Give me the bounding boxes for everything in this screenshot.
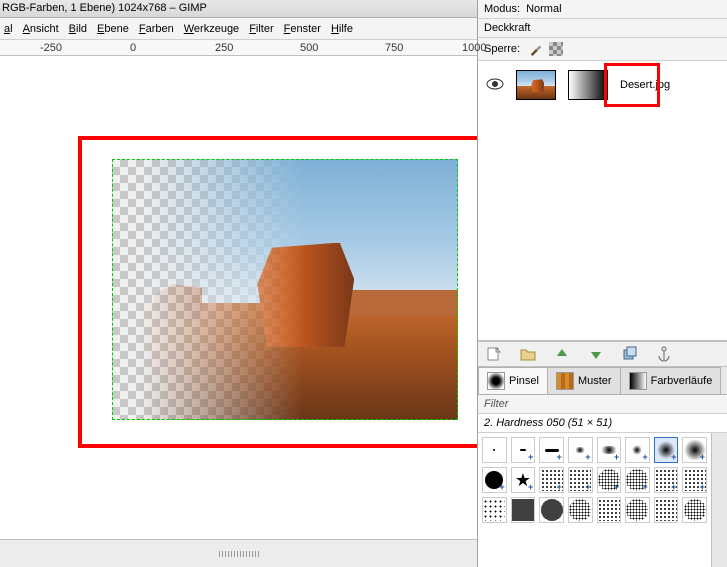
horizontal-ruler: -250 0 250 500 750 1000 xyxy=(0,40,477,56)
layer-name[interactable]: Desert.jpg xyxy=(620,79,719,91)
brush-cell[interactable] xyxy=(597,497,622,523)
brush-cell[interactable]: + xyxy=(682,437,707,463)
layer-thumbnail[interactable] xyxy=(516,70,556,100)
lock-alpha-icon[interactable] xyxy=(548,41,564,57)
ruler-tick: -250 xyxy=(40,42,62,54)
lock-row: Sperre: xyxy=(478,38,727,61)
brush-cell[interactable]: + xyxy=(597,437,622,463)
brush-cell[interactable] xyxy=(568,497,593,523)
layer-row[interactable]: Desert.jpg xyxy=(478,65,727,105)
brush-cell[interactable] xyxy=(682,497,707,523)
lock-pixels-icon[interactable] xyxy=(528,41,544,57)
menu-bar: al Ansicht Bild Ebene Farben Werkzeuge F… xyxy=(0,18,477,40)
brush-cell[interactable] xyxy=(482,497,507,523)
tab-muster[interactable]: Muster xyxy=(547,367,621,394)
tab-farbverlaeufe[interactable]: Farbverläufe xyxy=(620,367,722,394)
brush-cell[interactable]: + xyxy=(654,467,679,493)
menu-item-al[interactable]: al xyxy=(4,23,13,35)
brush-cell[interactable] xyxy=(482,437,507,463)
ruler-tick: 250 xyxy=(215,42,233,54)
tab-pinsel[interactable]: Pinsel xyxy=(478,367,548,394)
brush-cell[interactable] xyxy=(654,497,679,523)
brush-cell[interactable]: + xyxy=(682,467,707,493)
pinsel-icon xyxy=(487,372,505,390)
brush-cell[interactable]: + xyxy=(625,437,650,463)
brush-cell[interactable] xyxy=(511,497,536,523)
mode-label: Modus: xyxy=(484,3,520,15)
menu-item-ansicht[interactable]: Ansicht xyxy=(23,23,59,35)
status-bar xyxy=(0,539,477,567)
brush-scrollbar[interactable] xyxy=(711,433,727,567)
brush-dock-tabs: Pinsel Muster Farbverläufe xyxy=(478,367,727,395)
desert-image xyxy=(112,159,458,420)
anchor-layer-icon[interactable] xyxy=(656,346,672,362)
main-editor-pane: RGB-Farben, 1 Ebene) 1024x768 – GIMP al … xyxy=(0,0,477,567)
new-layer-icon[interactable] xyxy=(486,346,502,362)
brush-cell[interactable]: + xyxy=(482,467,507,493)
brush-cell[interactable]: + xyxy=(539,467,564,493)
menu-item-farben[interactable]: Farben xyxy=(139,23,174,35)
farbverlauf-icon xyxy=(629,372,647,390)
layers-list: Desert.jpg xyxy=(478,61,727,341)
brush-cell-selected[interactable]: + xyxy=(654,437,679,463)
menu-item-bild[interactable]: Bild xyxy=(69,23,87,35)
ruler-tick: 0 xyxy=(130,42,136,54)
mode-value[interactable]: Normal xyxy=(526,3,561,15)
brush-cell[interactable] xyxy=(625,497,650,523)
menu-item-filter[interactable]: Filter xyxy=(249,23,273,35)
tab-label: Pinsel xyxy=(509,375,539,387)
brush-cell[interactable]: ★+ xyxy=(511,467,536,493)
tab-label: Farbverläufe xyxy=(651,375,713,387)
image-on-canvas[interactable] xyxy=(112,159,458,420)
muster-icon xyxy=(556,372,574,390)
opacity-label: Deckkraft xyxy=(484,22,530,34)
brush-filter-label[interactable]: Filter xyxy=(478,395,727,414)
raise-layer-icon[interactable] xyxy=(554,346,570,362)
visibility-eye-icon[interactable] xyxy=(486,78,504,93)
brush-cell[interactable] xyxy=(539,497,564,523)
menu-item-hilfe[interactable]: Hilfe xyxy=(331,23,353,35)
tab-label: Muster xyxy=(578,375,612,387)
open-icon[interactable] xyxy=(520,346,536,362)
layer-mask-thumbnail[interactable] xyxy=(568,70,608,100)
brush-cell[interactable]: + xyxy=(597,467,622,493)
duplicate-layer-icon[interactable] xyxy=(622,346,638,362)
menu-item-fenster[interactable]: Fenster xyxy=(284,23,321,35)
window-title: RGB-Farben, 1 Ebene) 1024x768 – GIMP xyxy=(0,0,477,18)
lock-label: Sperre: xyxy=(484,43,520,55)
layers-toolbar xyxy=(478,341,727,367)
layer-mode-row: Modus: Normal xyxy=(478,0,727,19)
brush-cell[interactable]: + xyxy=(568,467,593,493)
menu-item-werkzeuge[interactable]: Werkzeuge xyxy=(184,23,239,35)
menu-item-ebene[interactable]: Ebene xyxy=(97,23,129,35)
brush-cell[interactable]: + xyxy=(568,437,593,463)
dock-panel: Modus: Normal Deckkraft Sperre: Desert.j… xyxy=(477,0,727,567)
resize-grip-icon[interactable] xyxy=(219,551,259,557)
ruler-tick: 1000 xyxy=(462,42,486,54)
ruler-tick: 500 xyxy=(300,42,318,54)
brush-cell[interactable]: + xyxy=(539,437,564,463)
current-brush-label: 2. Hardness 050 (51 × 51) xyxy=(478,414,727,433)
brush-grid: + + + + + + + + ★+ + + + + + + xyxy=(478,433,711,567)
brush-cell[interactable]: + xyxy=(511,437,536,463)
brush-cell[interactable]: + xyxy=(625,467,650,493)
opacity-row: Deckkraft xyxy=(478,19,727,38)
lower-layer-icon[interactable] xyxy=(588,346,604,362)
canvas-area[interactable] xyxy=(0,56,477,539)
ruler-tick: 750 xyxy=(385,42,403,54)
